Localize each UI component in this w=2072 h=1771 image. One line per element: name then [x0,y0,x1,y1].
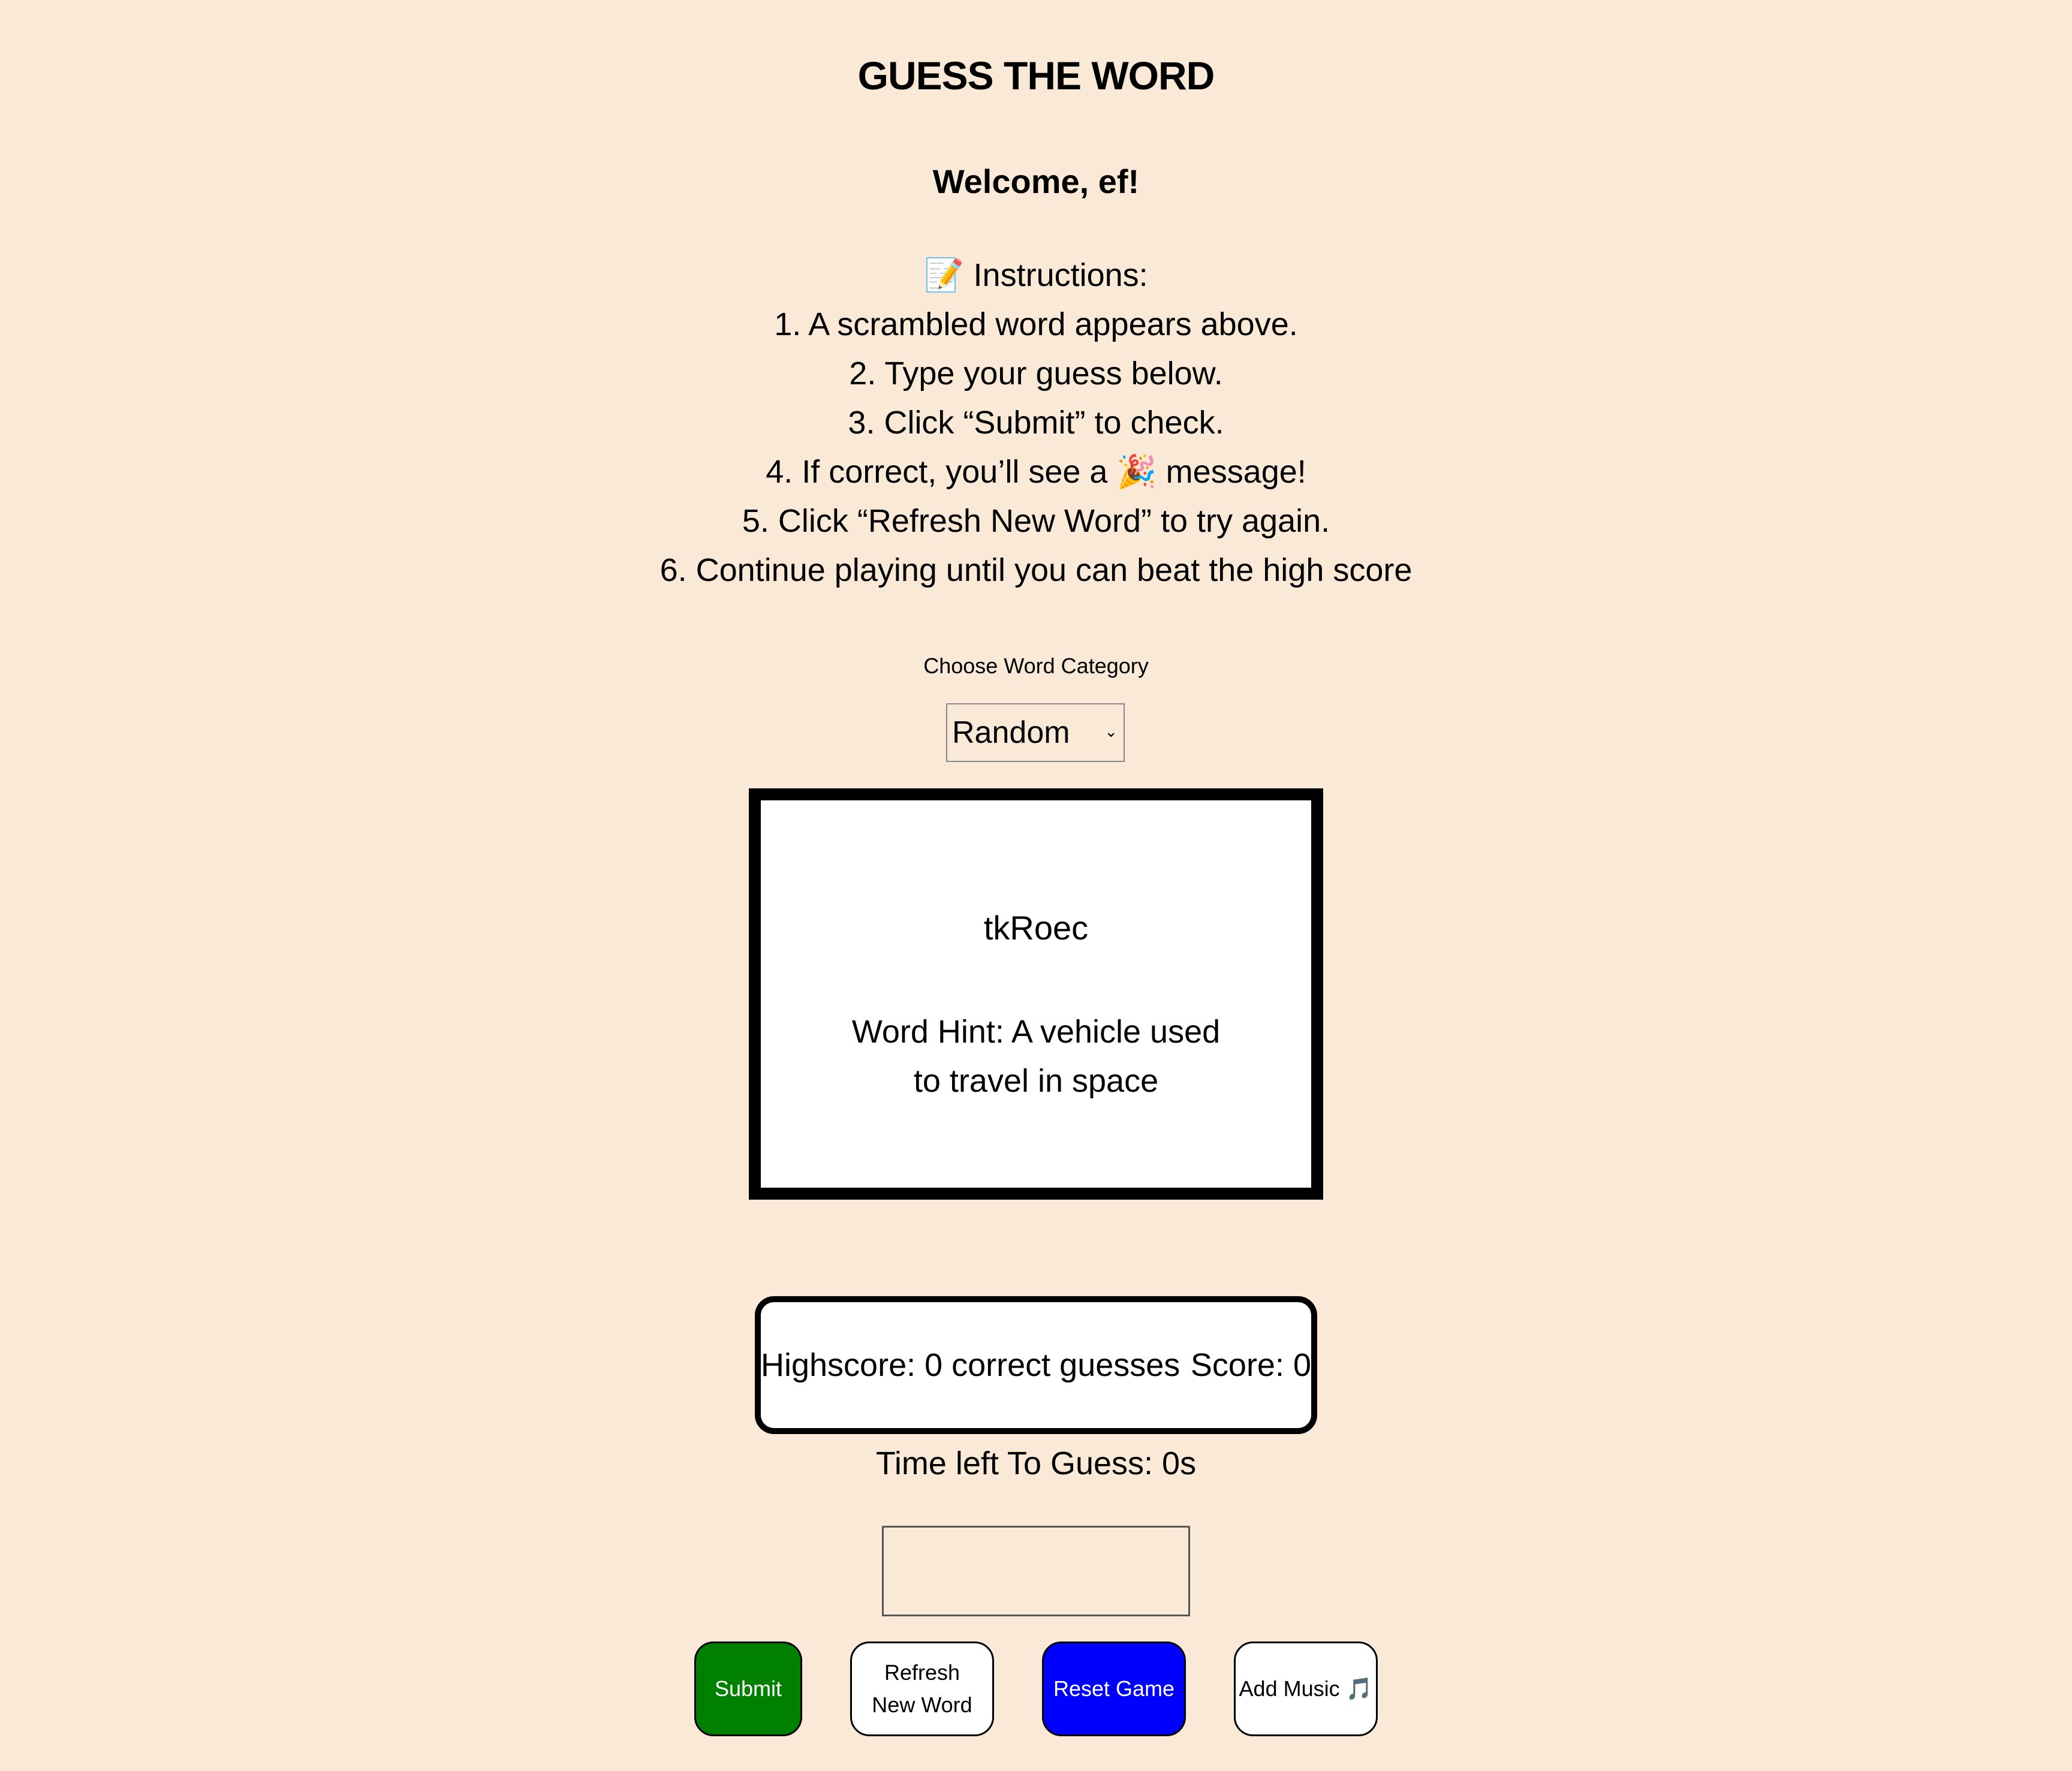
instruction-step: 4. If correct, you’ll see a 🎉 message! [766,454,1306,490]
add-music-button[interactable]: Add Music 🎵 [1234,1642,1378,1736]
score-panel: Highscore: 0 correct guesses Score: 0 [755,1296,1317,1434]
instruction-step: 1. A scrambled word appears above. [774,306,1298,342]
category-label: Choose Word Category [923,653,1149,678]
instruction-step: 5. Click “Refresh New Word” to try again… [742,503,1330,539]
instruction-step: 3. Click “Submit” to check. [848,405,1224,441]
guess-input[interactable] [882,1526,1190,1616]
instruction-step: 2. Type your guess below. [849,356,1223,391]
word-hint: Word Hint: A vehicle used to travel in s… [851,1014,1221,1099]
instruction-step: 6. Continue playing until you can beat t… [659,552,1413,588]
category-select[interactable]: Random ⌄ [946,703,1125,762]
time-left: Time left To Guess: 0s [875,1445,1197,1481]
highscore-text: Highscore: 0 correct guesses [761,1347,1180,1383]
page-title: GUESS THE WORD [857,53,1215,98]
instructions: 📝 Instructions: 1. A scrambled word appe… [0,251,2072,595]
word-card: tkRoec Word Hint: A vehicle used to trav… [749,788,1323,1200]
category-selected-value: Random [952,715,1070,750]
submit-button[interactable]: Submit [694,1642,802,1736]
chevron-down-icon: ⌄ [1104,722,1118,740]
score-text: Score: 0 [1190,1347,1311,1383]
instructions-heading: 📝 Instructions: [924,257,1148,293]
refresh-word-button[interactable]: Refresh New Word [850,1642,994,1736]
reset-game-button[interactable]: Reset Game [1042,1642,1186,1736]
game-page: GUESS THE WORD Welcome, ef! 📝 Instructio… [0,0,2072,1771]
scrambled-word: tkRoec [983,909,1089,947]
welcome-message: Welcome, ef! [932,162,1140,200]
